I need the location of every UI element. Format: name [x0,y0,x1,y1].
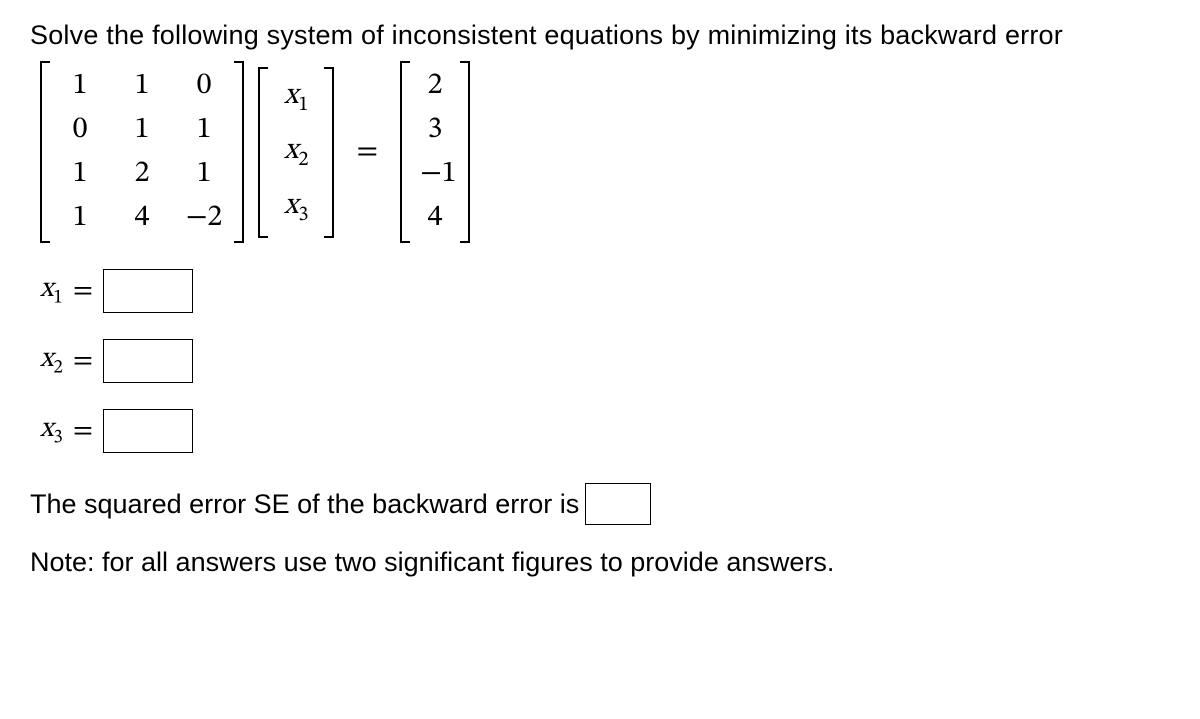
cell: 1 [122,111,162,149]
cell: 4 [420,199,450,237]
se-text: The squared error SE of the backward err… [30,489,579,520]
x-letter: x [40,345,53,373]
cell: 2 [420,67,450,105]
answer-label: x1 [40,272,63,311]
bracket-left [258,67,268,238]
bracket-right [234,61,244,243]
answer-x1-row: x1 = [40,269,1170,313]
se-input[interactable] [585,483,651,525]
x-letter: x [284,191,298,221]
cell: −1 [420,155,450,193]
x3-input[interactable] [103,409,193,453]
cell: 0 [60,111,100,149]
matrix-body: 2 3 −1 4 [410,61,460,243]
bracket-right [460,61,470,243]
cell: 1 [60,67,100,105]
matrix-body: 1 1 0 0 1 1 1 2 1 1 4 −2 [50,61,234,243]
bracket-left [400,61,410,243]
subscript: 2 [53,357,62,377]
matrix-row: 1 1 0 [60,67,224,105]
x2-input[interactable] [103,339,193,383]
x-var: x2 [278,128,314,177]
answer-x3-row: x3 = [40,409,1170,453]
vector-x: x1 x2 x3 [258,67,334,238]
cell: 1 [60,155,100,193]
matrix-A: 1 1 0 0 1 1 1 2 1 1 4 −2 [40,61,244,243]
x-letter: x [284,136,298,166]
bracket-right [324,67,334,238]
vector-b: 2 3 −1 4 [400,61,470,243]
answer-label: x2 [40,342,63,381]
cell: −2 [184,199,224,237]
equals-sign: = [73,274,93,309]
equals-sign: = [348,133,386,171]
bracket-left [40,61,50,243]
equals-sign: = [73,414,93,449]
cell: 3 [420,111,450,149]
answer-label: x3 [40,412,63,451]
cell: 0 [184,67,224,105]
matrix-row: 1 4 −2 [60,199,224,237]
x-var: x3 [278,183,314,232]
matrix-body: x1 x2 x3 [268,67,324,238]
question-prompt: Solve the following system of inconsiste… [30,20,1170,51]
cell: 4 [122,199,162,237]
x-var: x1 [278,73,314,122]
cell: 1 [60,199,100,237]
x-letter: x [40,415,53,443]
se-line: The squared error SE of the backward err… [30,483,1170,525]
subscript: 1 [298,94,308,115]
cell: 1 [122,67,162,105]
matrix-row: 0 1 1 [60,111,224,149]
answer-x2-row: x2 = [40,339,1170,383]
subscript: 1 [53,287,62,307]
subscript: 3 [298,204,308,225]
cell: 1 [184,155,224,193]
note-text: Note: for all answers use two significan… [30,547,1170,578]
x-letter: x [40,275,53,303]
subscript: 3 [53,427,62,447]
equation: 1 1 0 0 1 1 1 2 1 1 4 −2 [40,61,1170,243]
subscript: 2 [298,149,308,170]
cell: 1 [184,111,224,149]
x1-input[interactable] [103,269,193,313]
equals-sign: = [73,344,93,379]
matrix-row: 1 2 1 [60,155,224,193]
cell: 2 [122,155,162,193]
x-letter: x [284,81,298,111]
